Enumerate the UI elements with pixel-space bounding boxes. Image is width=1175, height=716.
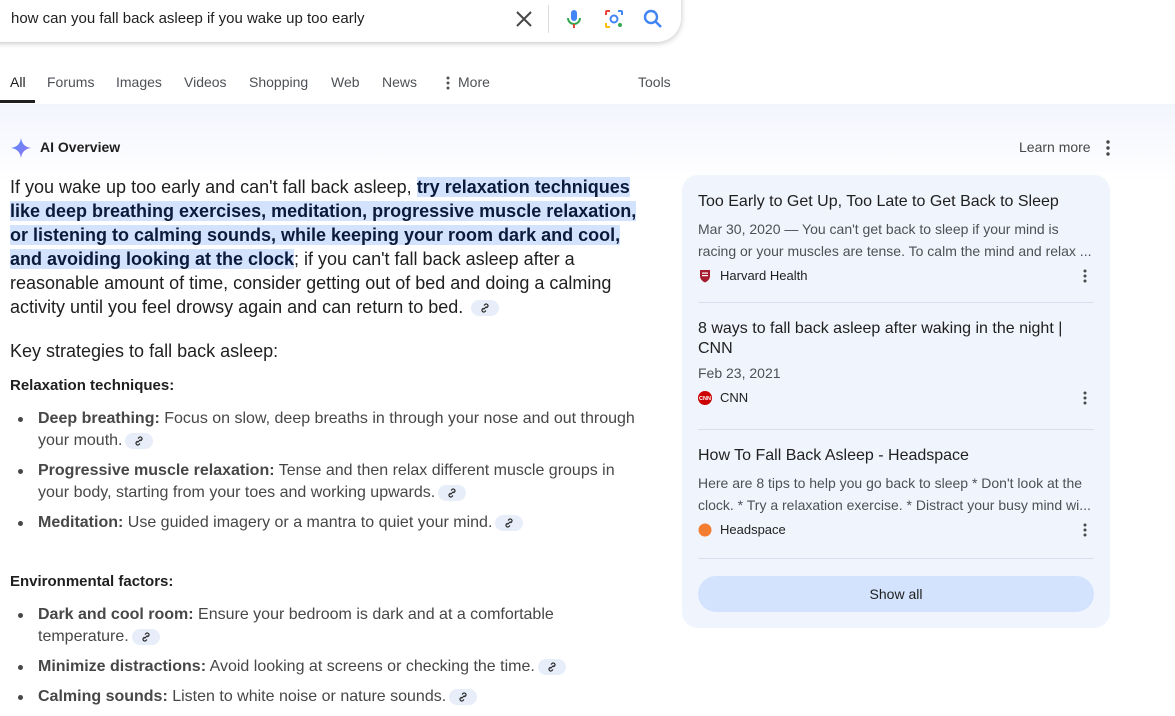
tab-all[interactable]: All — [10, 74, 26, 90]
source-title[interactable]: How To Fall Back Asleep - Headspace — [698, 446, 1094, 466]
source-card-harvard[interactable]: Too Early to Get Up, Too Late to Get Bac… — [698, 192, 1094, 283]
source-card-cnn[interactable]: 8 ways to fall back asleep after waking … — [698, 319, 1094, 405]
svg-text:CNN: CNN — [699, 396, 711, 402]
search-icon[interactable] — [641, 7, 665, 31]
list-item-term: Progressive muscle relaxation: — [38, 462, 275, 479]
tab-images[interactable]: Images — [116, 74, 162, 90]
link-icon — [459, 692, 467, 702]
source-site: Headspace — [698, 522, 1094, 537]
relaxation-list: Deep breathing: Focus on slow, deep brea… — [10, 408, 640, 542]
list-item-term: Deep breathing: — [38, 410, 160, 427]
link-icon — [142, 632, 150, 642]
gemini-sparkle-icon — [10, 137, 32, 159]
list-item: Calming sounds: Listen to white noise or… — [10, 686, 640, 708]
citation-link[interactable] — [449, 688, 478, 705]
source-snippet-line: Mar 30, 2020 — You can't get back to sle… — [698, 221, 1059, 237]
list-item-text: Avoid looking at screens or checking the… — [206, 658, 535, 675]
source-snippet-line: racing or your muscles are tense. To cal… — [698, 243, 1092, 259]
source-site-name: Harvard Health — [720, 268, 808, 283]
source-menu-icon[interactable] — [1080, 522, 1090, 538]
harvard-shield-icon — [700, 269, 710, 282]
list-item: Meditation: Use guided imagery or a mant… — [10, 512, 640, 534]
tab-shopping[interactable]: Shopping — [249, 74, 308, 90]
source-site: Harvard Health — [698, 268, 1094, 283]
list-item: Dark and cool room: Ensure your bedroom … — [10, 604, 640, 648]
source-site-name: Headspace — [720, 522, 786, 537]
link-icon — [448, 488, 456, 498]
tools-button[interactable]: Tools — [638, 74, 671, 90]
source-title[interactable]: Too Early to Get Up, Too Late to Get Bac… — [698, 192, 1094, 212]
source-snippet-line: Here are 8 tips to help you go back to s… — [698, 475, 1083, 491]
citation-link[interactable] — [495, 514, 524, 531]
source-site: CNN CNN — [698, 390, 1094, 405]
list-item-term: Dark and cool room: — [38, 606, 194, 623]
citation-link[interactable] — [125, 432, 154, 449]
search-box[interactable]: how can you fall back asleep if you wake… — [0, 0, 681, 42]
search-divider — [548, 5, 549, 33]
link-icon — [548, 662, 556, 672]
source-divider — [698, 558, 1094, 559]
source-snippet-line: clock. * Try a relaxation exercise. * Di… — [698, 497, 1091, 513]
ai-overview-background — [0, 104, 1175, 184]
source-menu-icon[interactable] — [1080, 390, 1090, 406]
strategies-heading: Key strategies to fall back asleep: — [10, 341, 279, 361]
summary-text-before: If you wake up too early and can't fall … — [10, 177, 417, 197]
learn-more-link[interactable]: Learn more — [1019, 139, 1091, 155]
citation-link[interactable] — [131, 628, 160, 645]
tab-videos[interactable]: Videos — [184, 74, 227, 90]
source-divider — [698, 302, 1094, 303]
list-item-term: Calming sounds: — [38, 688, 168, 705]
source-menu-icon[interactable] — [1080, 268, 1090, 284]
list-item: Progressive muscle relaxation: Tense and… — [10, 460, 640, 504]
source-title[interactable]: 8 ways to fall back asleep after waking … — [698, 319, 1094, 359]
microphone-icon[interactable] — [562, 7, 586, 31]
link-icon — [505, 518, 513, 528]
clear-icon[interactable] — [512, 7, 536, 31]
environmental-list: Dark and cool room: Ensure your bedroom … — [10, 604, 640, 716]
source-divider — [698, 429, 1094, 430]
list-item: Minimize distractions: Avoid looking at … — [10, 656, 640, 678]
ai-overview-summary: If you wake up too early and can't fall … — [10, 175, 650, 319]
tab-forums[interactable]: Forums — [47, 74, 94, 90]
list-item: Deep breathing: Focus on slow, deep brea… — [10, 408, 640, 452]
link-icon — [135, 436, 144, 446]
source-site-name: CNN — [720, 390, 749, 405]
search-input[interactable]: how can you fall back asleep if you wake… — [11, 10, 365, 27]
source-card-headspace[interactable]: How To Fall Back Asleep - Headspace Here… — [698, 446, 1094, 537]
active-tab-indicator — [0, 100, 35, 103]
section-heading-relaxation: Relaxation techniques: — [10, 377, 175, 394]
tab-news[interactable]: News — [382, 74, 417, 90]
lens-camera-icon[interactable] — [602, 7, 626, 31]
citation-link[interactable] — [438, 484, 467, 501]
link-icon — [481, 303, 489, 313]
tab-more[interactable]: More — [458, 74, 490, 90]
sources-panel: Too Early to Get Up, Too Late to Get Bac… — [682, 175, 1110, 628]
source-date: Feb 23, 2021 — [698, 365, 781, 381]
show-all-button[interactable]: Show all — [698, 576, 1094, 612]
ai-overview-menu-icon[interactable] — [1101, 139, 1115, 157]
list-item-term: Meditation: — [38, 514, 124, 531]
more-vertical-icon[interactable] — [445, 75, 451, 91]
list-item-text: Listen to white noise or nature sounds. — [167, 688, 447, 705]
tab-web[interactable]: Web — [331, 74, 360, 90]
ai-overview-title: AI Overview — [40, 139, 121, 155]
list-item-text: Use guided imagery or a mantra to quiet … — [123, 514, 493, 531]
cnn-logo-icon: CNN — [698, 390, 712, 405]
citation-link[interactable] — [537, 658, 566, 675]
search-tabs: All Forums Images Videos Shopping Web Ne… — [0, 62, 1175, 105]
headspace-logo-icon — [698, 523, 712, 536]
citation-link[interactable] — [471, 300, 500, 317]
section-heading-environmental: Environmental factors: — [10, 573, 174, 590]
list-item-term: Minimize distractions: — [38, 658, 207, 675]
